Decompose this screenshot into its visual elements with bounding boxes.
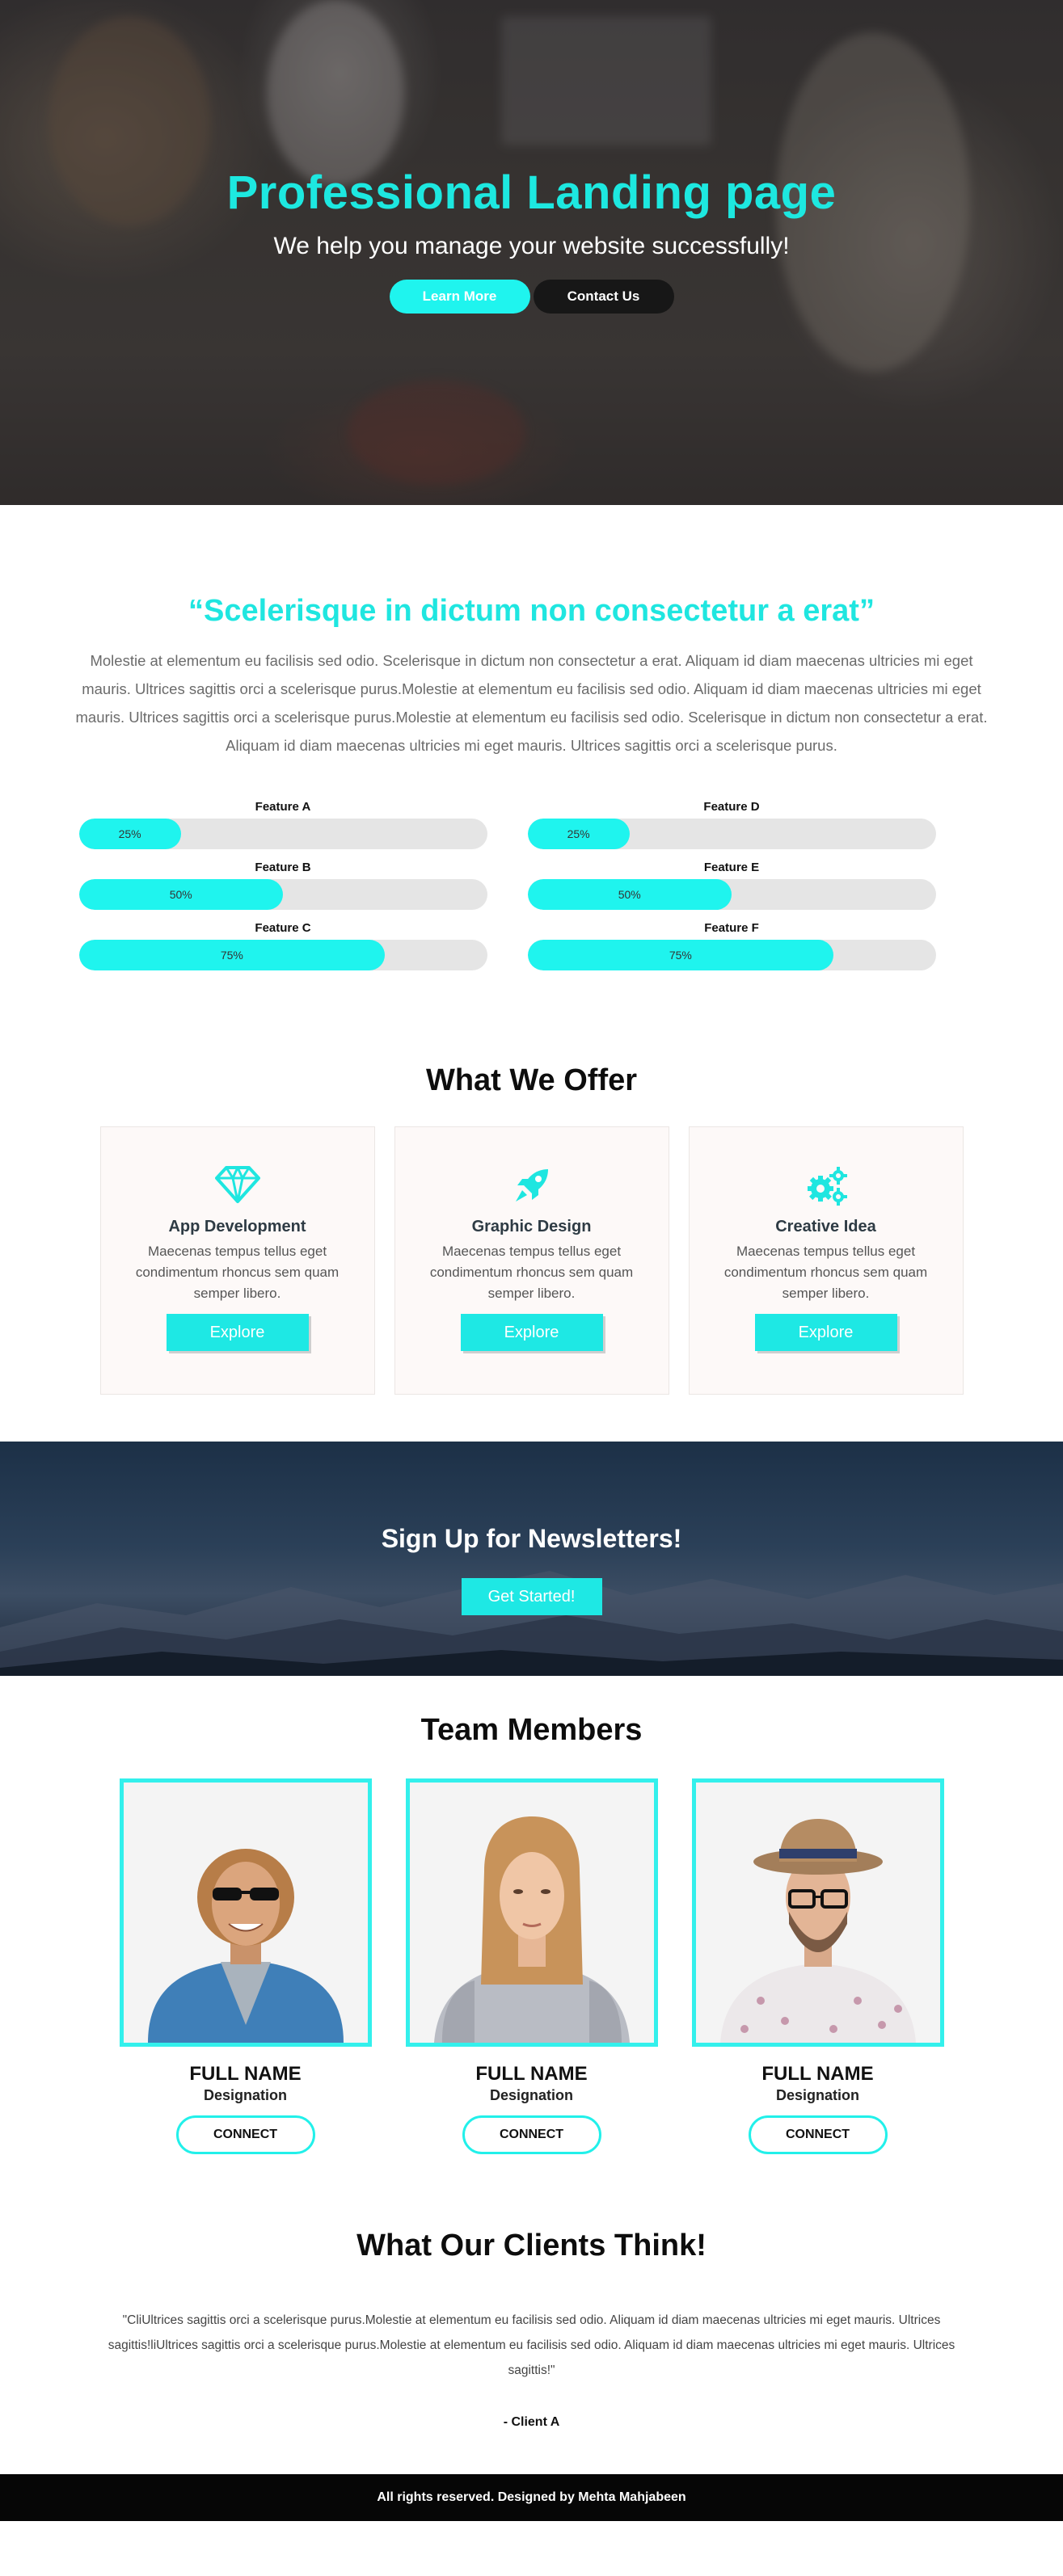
team-member-card: FULL NAME Designation CONNECT (691, 1778, 944, 2154)
offer-card: Creative Idea Maecenas tempus tellus ege… (688, 1126, 964, 1395)
card-title: Creative Idea (775, 1218, 876, 1235)
hero-section: Professional Landing page We help you ma… (0, 0, 1063, 505)
progress-fill: 50% (527, 879, 732, 910)
feature-label: Feature C (255, 921, 311, 935)
hero-buttons: Learn More Contact Us (0, 280, 1063, 314)
team-member-card: FULL NAME Designation CONNECT (405, 1778, 658, 2154)
feature-item: Feature D 25% (527, 800, 936, 849)
clients-section: What Our Clients Think! "CliUltrices sag… (0, 2154, 1063, 2430)
progress-fill: 25% (527, 819, 630, 849)
gears-icon (690, 1166, 963, 1206)
newsletter-title: Sign Up for Newsletters! (381, 1524, 682, 1553)
progress-track: 50% (527, 879, 936, 910)
hero-subtitle: We help you manage your website successf… (273, 233, 790, 259)
clients-title: What Our Clients Think! (356, 2229, 707, 2262)
card-title: App Development (168, 1218, 306, 1235)
intro-paragraph: Molestie at elementum eu facilisis sed o… (75, 652, 988, 754)
progress-fill: 75% (78, 940, 386, 970)
learn-more-button[interactable]: Learn More (389, 280, 530, 314)
hero-background-whiteboard (501, 16, 711, 145)
progress-fill: 50% (78, 879, 283, 910)
offer-cards: App Development Maecenas tempus tellus e… (0, 1126, 1063, 1395)
connect-button[interactable]: CONNECT (175, 2115, 315, 2154)
team-grid: FULL NAME Designation CONNECT FULL NAME (0, 1778, 1063, 2154)
progress-track: 50% (78, 879, 487, 910)
team-member-card: FULL NAME Designation CONNECT (119, 1778, 372, 2154)
intro-title: “Scelerisque in dictum non consectetur a… (188, 594, 875, 628)
footer-text: All rights reserved. Designed by Mehta M… (377, 2490, 686, 2504)
member-designation: Designation (203, 2087, 287, 2103)
rocket-icon (395, 1166, 669, 1205)
member-name: FULL NAME (189, 2063, 302, 2085)
progress-fill: 25% (78, 819, 181, 849)
card-title: Graphic Design (471, 1218, 592, 1235)
progress-track: 75% (78, 940, 487, 970)
card-text: Maecenas tempus tellus eget condimentum … (723, 1244, 928, 1301)
feature-item: Feature F 75% (527, 921, 936, 970)
get-started-button[interactable]: Get Started! (461, 1578, 602, 1615)
progress-track: 25% (527, 819, 936, 849)
progress-track: 25% (78, 819, 487, 849)
progress-track: 75% (527, 940, 936, 970)
feature-item: Feature E 50% (527, 861, 936, 910)
offer-section: What We Offer App Development Maecenas t… (0, 970, 1063, 1395)
explore-button[interactable]: Explore (754, 1314, 897, 1351)
team-title: Team Members (420, 1713, 643, 1747)
hero-background-desk (348, 380, 525, 485)
offer-card: App Development Maecenas tempus tellus e… (99, 1126, 375, 1395)
card-text: Maecenas tempus tellus eget condimentum … (429, 1244, 634, 1301)
contact-us-button[interactable]: Contact Us (533, 280, 674, 314)
footer: All rights reserved. Designed by Mehta M… (0, 2474, 1063, 2521)
member-photo (691, 1778, 944, 2047)
offer-title: What We Offer (425, 1063, 638, 1097)
feature-item: Feature C 75% (78, 921, 487, 970)
newsletter-section: Sign Up for Newsletters! Get Started! (0, 1442, 1063, 1676)
feature-label: Feature B (255, 861, 311, 874)
intro-section: “Scelerisque in dictum non consectetur a… (0, 505, 1063, 970)
connect-button[interactable]: CONNECT (462, 2115, 601, 2154)
feature-label: Feature A (255, 800, 311, 814)
diamond-icon (101, 1166, 374, 1205)
client-author: - Client A (503, 2415, 560, 2429)
member-name: FULL NAME (475, 2063, 588, 2085)
member-designation: Designation (489, 2087, 573, 2103)
feature-label: Feature F (704, 921, 759, 935)
feature-item: Feature B 50% (78, 861, 487, 910)
progress-fill: 75% (527, 940, 834, 970)
card-text: Maecenas tempus tellus eget condimentum … (135, 1244, 340, 1301)
explore-button[interactable]: Explore (166, 1314, 309, 1351)
feature-progress-grid: Feature A 25% Feature D 25% Feature B 50… (78, 800, 985, 970)
explore-button[interactable]: Explore (460, 1314, 603, 1351)
feature-label: Feature D (703, 800, 760, 814)
feature-item: Feature A 25% (78, 800, 487, 849)
member-designation: Designation (775, 2087, 859, 2103)
hero-background-figure (267, 0, 404, 186)
team-section: Team Members FULL NAME Designation CONNE… (0, 1676, 1063, 2154)
hero-title: Professional Landing page (226, 166, 837, 219)
offer-card: Graphic Design Maecenas tempus tellus eg… (394, 1126, 669, 1395)
client-testimonial: "CliUltrices sagittis orci a scelerisque… (108, 2313, 955, 2377)
connect-button[interactable]: CONNECT (748, 2115, 888, 2154)
member-photo (405, 1778, 658, 2047)
member-name: FULL NAME (761, 2063, 874, 2085)
feature-label: Feature E (703, 861, 760, 874)
member-photo (119, 1778, 372, 2047)
